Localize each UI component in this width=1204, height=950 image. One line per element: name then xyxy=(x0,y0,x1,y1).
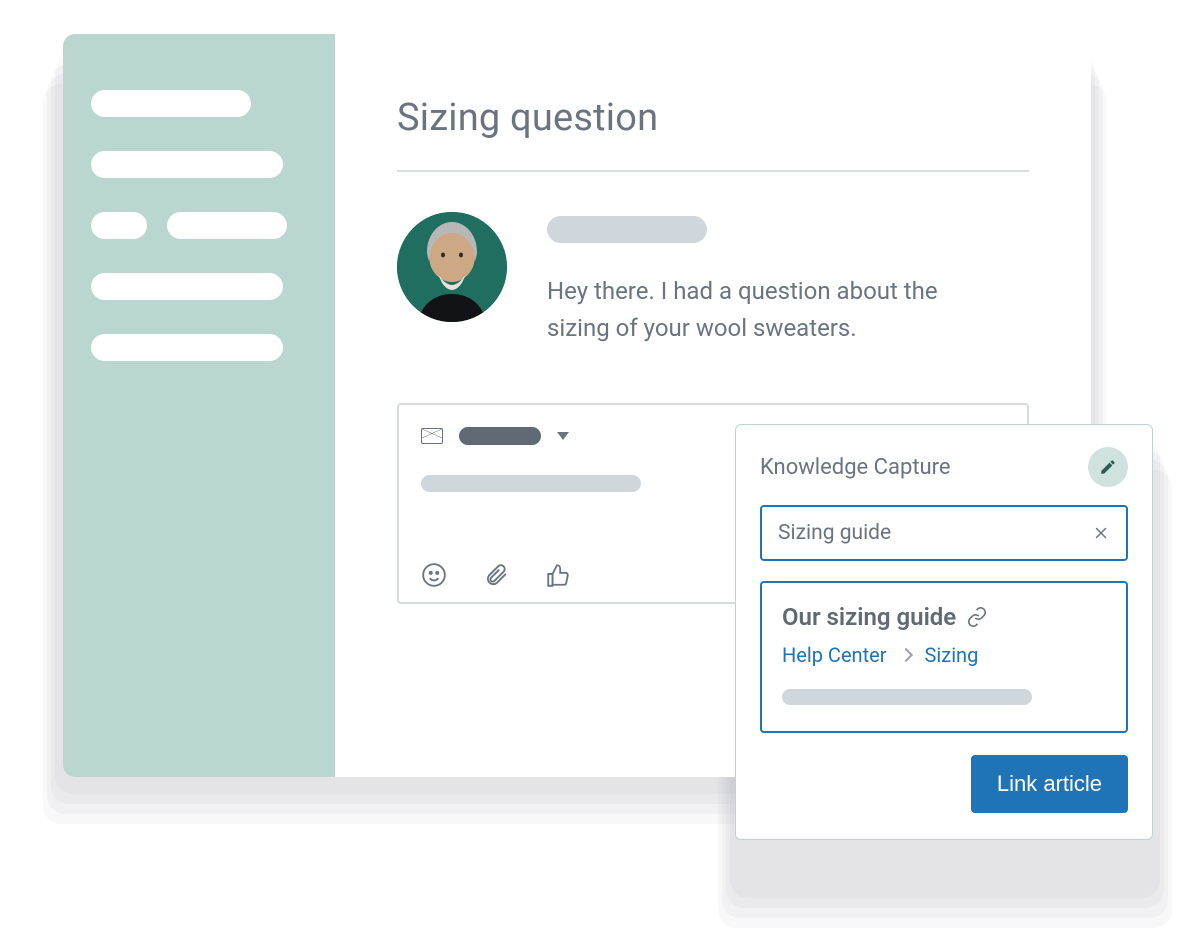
clear-search-button[interactable] xyxy=(1092,524,1110,542)
search-result[interactable]: Our sizing guide Help Center Sizing xyxy=(760,581,1128,733)
reply-type-chip[interactable] xyxy=(459,427,541,445)
knowledge-capture-panel: Knowledge Capture Sizing guide Our sizin… xyxy=(735,424,1153,840)
message-text: Hey there. I had a question about the si… xyxy=(547,273,987,347)
search-value: Sizing guide xyxy=(778,521,891,545)
avatar xyxy=(397,212,507,322)
sidebar-item[interactable] xyxy=(91,90,251,117)
sidebar xyxy=(63,34,335,777)
customer-message: Hey there. I had a question about the si… xyxy=(397,212,1029,347)
customer-name-placeholder xyxy=(547,216,707,243)
link-icon xyxy=(966,606,988,628)
edit-button[interactable] xyxy=(1088,447,1128,487)
mail-icon xyxy=(421,428,443,444)
close-icon xyxy=(1092,524,1110,542)
search-input[interactable]: Sizing guide xyxy=(760,505,1128,561)
composer-placeholder xyxy=(421,475,641,492)
thumbs-up-icon[interactable] xyxy=(545,562,571,588)
chevron-down-icon[interactable] xyxy=(557,432,569,440)
pencil-icon xyxy=(1099,458,1117,476)
result-excerpt-placeholder xyxy=(782,689,1032,705)
sidebar-item[interactable] xyxy=(91,273,283,300)
result-breadcrumbs: Help Center Sizing xyxy=(782,643,1106,667)
attachment-icon[interactable] xyxy=(483,562,509,588)
sidebar-item[interactable] xyxy=(91,334,283,361)
link-article-button[interactable]: Link article xyxy=(971,755,1128,813)
sidebar-item[interactable] xyxy=(91,151,283,178)
result-title: Our sizing guide xyxy=(782,603,956,631)
ticket-title: Sizing question xyxy=(397,96,1029,172)
sidebar-item[interactable] xyxy=(91,212,307,239)
chevron-right-icon xyxy=(898,648,912,662)
emoji-icon[interactable] xyxy=(421,562,447,588)
breadcrumb-link[interactable]: Sizing xyxy=(925,643,979,667)
panel-title: Knowledge Capture xyxy=(760,455,951,480)
breadcrumb-link[interactable]: Help Center xyxy=(782,643,887,667)
